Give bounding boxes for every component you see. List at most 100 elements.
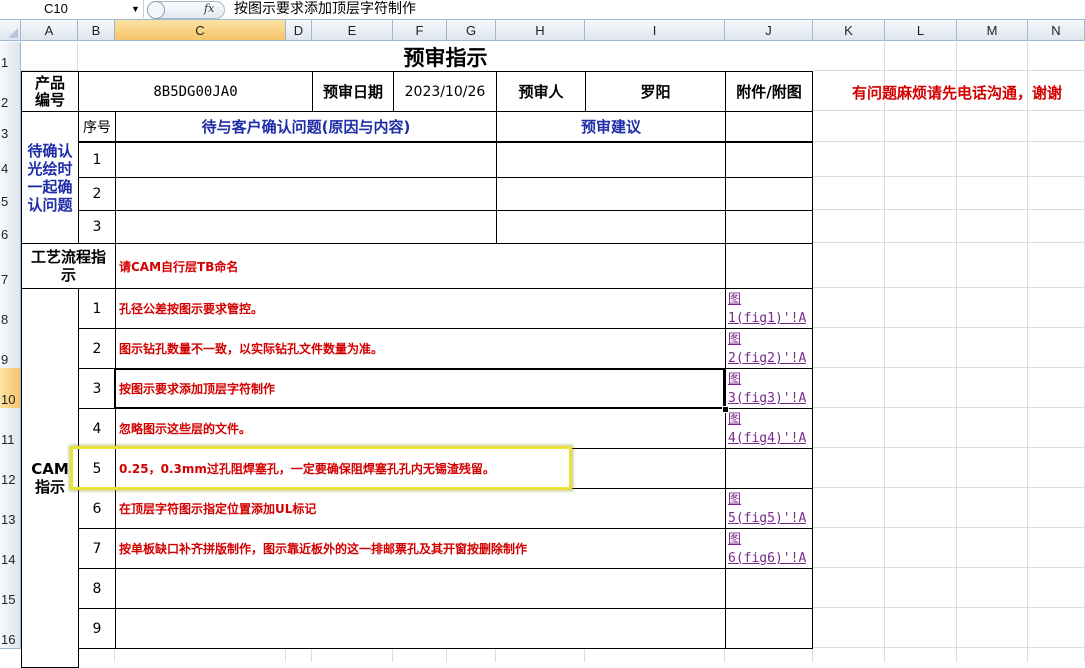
row-header-14[interactable]: 14: [0, 528, 21, 569]
row-header-11[interactable]: 11: [0, 408, 21, 449]
row-header-10[interactable]: 10: [0, 368, 21, 409]
column-header-i[interactable]: I: [585, 20, 725, 41]
cam-item-text[interactable]: [115, 608, 726, 649]
cam-item-attachment[interactable]: [725, 568, 813, 609]
cam-item-attachment[interactable]: [725, 448, 813, 489]
column-header-f[interactable]: F: [393, 20, 447, 41]
attachment-label[interactable]: 附件/附图: [725, 71, 813, 112]
product-number[interactable]: 8B5DG00JA0: [78, 71, 313, 112]
confirm-attachment-cell[interactable]: [725, 177, 813, 211]
column-header-n[interactable]: N: [1028, 20, 1085, 41]
product-label[interactable]: 产品编号: [21, 71, 79, 112]
figure-link[interactable]: 图 5(fig5)'!A: [726, 489, 806, 528]
cam-item-number[interactable]: 1: [78, 288, 116, 329]
column-header-e[interactable]: E: [312, 20, 393, 41]
cam-item-text[interactable]: 图示钻孔数量不一致，以实际钻孔文件数量为准。: [115, 328, 726, 369]
process-label[interactable]: 工艺流程指示: [21, 243, 116, 289]
name-box[interactable]: C10 ▼: [0, 0, 144, 18]
expand-icon[interactable]: [147, 1, 165, 19]
row-header-13[interactable]: 13: [0, 488, 21, 529]
column-header-l[interactable]: L: [885, 20, 957, 41]
row-header-4[interactable]: 4: [0, 142, 21, 178]
column-header-m[interactable]: M: [957, 20, 1028, 41]
confirm-attachment-cell[interactable]: [725, 142, 813, 178]
cam-item-number[interactable]: 8: [78, 568, 116, 609]
fill-handle[interactable]: [722, 406, 729, 413]
row-header-6[interactable]: 6: [0, 210, 21, 244]
select-all-button[interactable]: [0, 20, 21, 41]
confirm-attachment-cell[interactable]: [725, 210, 813, 244]
cam-item-attachment[interactable]: 图 6(fig6)'!A: [725, 528, 813, 569]
cam-item-text[interactable]: 在顶层字符图示指定位置添加UL标记: [115, 488, 726, 529]
cam-item-number[interactable]: 2: [78, 328, 116, 369]
column-header-c[interactable]: C: [115, 20, 286, 41]
reviewer-label[interactable]: 预审人: [496, 71, 586, 112]
figure-link[interactable]: 图 1(fig1)'!A: [726, 289, 806, 328]
review-date-label[interactable]: 预审日期: [312, 71, 394, 112]
suggestion-header[interactable]: 预审建议: [496, 111, 726, 142]
insert-function-icon[interactable]: fx: [204, 2, 214, 15]
column-header-h[interactable]: H: [496, 20, 585, 41]
cam-item-number[interactable]: 9: [78, 608, 116, 649]
row-header-7[interactable]: 7: [0, 243, 21, 289]
row-header-12[interactable]: 12: [0, 448, 21, 489]
confirm-suggestion-cell[interactable]: [496, 177, 726, 211]
cam-item-attachment[interactable]: 图 1(fig1)'!A: [725, 288, 813, 329]
confirm-row-number[interactable]: 3: [78, 210, 116, 244]
confirm-suggestion-cell[interactable]: [496, 210, 726, 244]
cam-item-attachment[interactable]: 图 2(fig2)'!A: [725, 328, 813, 369]
row-header-15[interactable]: 15: [0, 568, 21, 609]
confirm-row-number[interactable]: 1: [78, 142, 116, 178]
row-header-1[interactable]: 1: [0, 42, 21, 72]
cam-item-text[interactable]: 按单板缺口补齐拼版制作，图示靠近板外的这一排邮票孔及其开窗按删除制作: [115, 528, 726, 569]
row-header-16[interactable]: 16: [0, 608, 21, 649]
column-header-j[interactable]: J: [725, 20, 813, 41]
figure-link[interactable]: 图 6(fig6)'!A: [726, 529, 806, 568]
cam-item-number-text: 2: [92, 340, 102, 357]
confirm-label[interactable]: 待确认光绘时一起确认问题: [21, 111, 79, 244]
row-header-5[interactable]: 5: [0, 177, 21, 211]
cam-item-number[interactable]: 4: [78, 408, 116, 449]
confirm-question-cell[interactable]: [115, 177, 497, 211]
cam-item-text[interactable]: [115, 568, 726, 609]
row-header-8[interactable]: 8: [0, 288, 21, 329]
column-header-k[interactable]: K: [813, 20, 885, 41]
column-header-a[interactable]: A: [21, 20, 78, 41]
figure-link[interactable]: 图 3(fig3)'!A: [726, 369, 806, 408]
cam-item-number-text: 7: [92, 540, 102, 557]
reviewer[interactable]: 罗阳: [585, 71, 726, 112]
process-text[interactable]: 请CAM自行层TB命名: [115, 243, 726, 289]
sheet-title[interactable]: 预审指示: [78, 42, 813, 72]
cam-item-number[interactable]: 3: [78, 368, 116, 409]
cam-item-attachment[interactable]: [725, 608, 813, 649]
question-header[interactable]: 待与客户确认问题(原因与内容): [115, 111, 497, 142]
cam-item-text[interactable]: 忽略图示这些层的文件。: [115, 408, 726, 449]
cam-item-number-text: 8: [92, 580, 102, 597]
row-header-9[interactable]: 9: [0, 328, 21, 369]
column-header-b[interactable]: B: [78, 20, 115, 41]
process-attachment[interactable]: [725, 243, 813, 289]
confirm-question-cell[interactable]: [115, 210, 497, 244]
column-header-d[interactable]: D: [286, 20, 312, 41]
chevron-down-icon[interactable]: ▼: [131, 0, 140, 18]
notice[interactable]: 有问题麻烦请先电话沟通，谢谢: [852, 74, 1085, 110]
cam-item-number[interactable]: 6: [78, 488, 116, 529]
formula-input[interactable]: 按图示要求添加顶层字符制作: [234, 0, 416, 18]
column-header-g[interactable]: G: [447, 20, 496, 41]
figure-link[interactable]: 图 4(fig4)'!A: [726, 409, 806, 448]
row-header-2[interactable]: 2: [0, 71, 21, 112]
cam-item-attachment[interactable]: 图 3(fig3)'!A: [725, 368, 813, 409]
cam-item-text[interactable]: 孔径公差按图示要求管控。: [115, 288, 726, 329]
review-date[interactable]: 2023/10/26: [393, 71, 497, 112]
seq-header[interactable]: 序号: [78, 111, 116, 142]
row-number: 2: [1, 95, 9, 110]
figure-link[interactable]: 图 2(fig2)'!A: [726, 329, 806, 368]
confirm-row-number[interactable]: 2: [78, 177, 116, 211]
cam-item-attachment[interactable]: 图 4(fig4)'!A: [725, 408, 813, 449]
row-header-3[interactable]: 3: [0, 111, 21, 143]
cam-item-attachment[interactable]: 图 5(fig5)'!A: [725, 488, 813, 529]
confirm-suggestion-cell[interactable]: [496, 142, 726, 178]
attachment-cell[interactable]: [725, 111, 813, 142]
cam-item-number[interactable]: 7: [78, 528, 116, 569]
confirm-question-cell[interactable]: [115, 142, 497, 178]
